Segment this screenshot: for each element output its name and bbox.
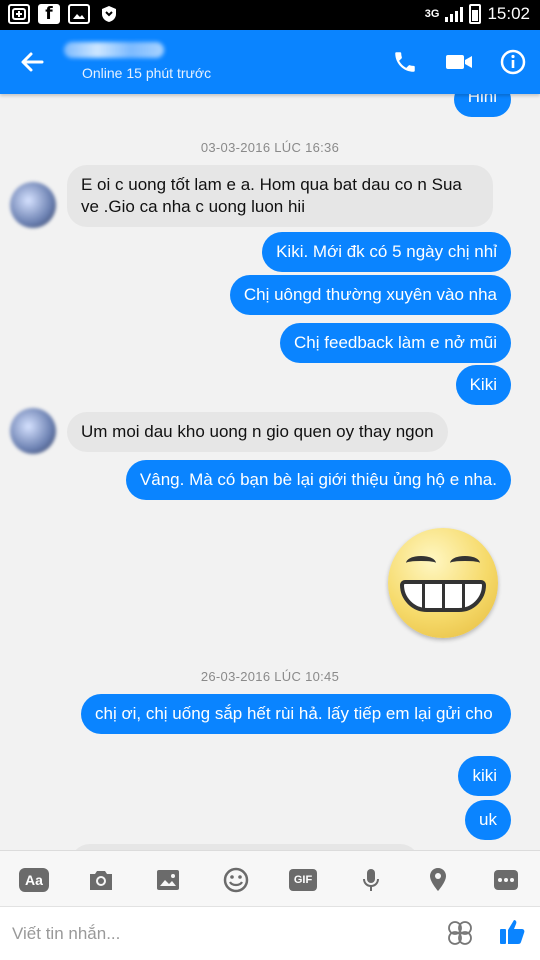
more-icon[interactable] — [491, 867, 521, 893]
notification-icons: f — [8, 4, 120, 24]
gif-label: GIF — [289, 869, 317, 891]
contact-avatar[interactable] — [10, 182, 56, 228]
grinning-emoji-sticker — [388, 528, 498, 638]
battery-icon — [469, 4, 482, 24]
contact-status: Online 15 phút trước — [82, 65, 212, 81]
message-outgoing: kiki — [458, 756, 511, 796]
conversation-header: Online 15 phút trước — [0, 30, 540, 94]
shield-icon — [98, 4, 120, 24]
timestamp: 03-03-2016 LÚC 16:36 — [200, 140, 340, 155]
message-outgoing: Kiki — [455, 365, 511, 405]
text-format-label: Aa — [19, 868, 49, 892]
message-outgoing-partial: Hihi — [453, 94, 511, 117]
message-outgoing: uk — [465, 800, 511, 840]
facebook-icon: f — [38, 4, 60, 24]
message-incoming: E oi c uong tốt lam e a. Hom qua bat dau… — [67, 165, 493, 227]
message-outgoing: Chị uôngd thường xuyên vào nha — [229, 275, 511, 315]
composer-toolbar: Aa GIF — [0, 850, 540, 906]
location-icon[interactable] — [423, 867, 453, 893]
status-bar: f 3G 15:02 — [0, 0, 540, 30]
back-arrow-icon[interactable] — [18, 48, 46, 76]
contact-name-blurred[interactable] — [64, 42, 164, 58]
notification-app-icon — [8, 4, 30, 24]
message-outgoing: Kiki. Mới đk có 5 ngày chị nhỉ — [262, 232, 511, 272]
contact-avatar[interactable] — [10, 408, 56, 454]
gallery-notification-icon — [68, 4, 90, 24]
message-outgoing: chị ơi, chị uống sắp hết rùi hả. lấy tiế… — [81, 694, 511, 734]
message-outgoing: Vâng. Mà có bạn bè lại giới thiệu ủng hộ… — [125, 460, 511, 500]
gif-button[interactable]: GIF — [288, 867, 318, 893]
signal-icon — [445, 6, 464, 22]
timestamp: 26-03-2016 LÚC 10:45 — [200, 669, 340, 684]
message-input[interactable] — [12, 919, 412, 949]
emoji-icon[interactable] — [446, 919, 474, 947]
phone-icon[interactable] — [389, 46, 421, 78]
message-incoming: Um moi dau kho uong n gio quen oy thay n… — [67, 412, 448, 452]
network-type: 3G — [424, 8, 440, 20]
microphone-icon[interactable] — [356, 867, 386, 893]
video-icon[interactable] — [443, 46, 475, 78]
message-list[interactable]: Hihi 03-03-2016 LÚC 16:36 E oi c uong tố… — [0, 94, 540, 850]
camera-icon[interactable] — [86, 867, 116, 893]
text-format-button[interactable]: Aa — [19, 867, 49, 893]
image-icon[interactable] — [153, 867, 183, 893]
like-icon[interactable] — [498, 917, 528, 947]
clock: 15:02 — [487, 4, 530, 23]
info-icon[interactable] — [497, 46, 529, 78]
message-outgoing: Chị feedback làm e nở mũi — [280, 323, 511, 363]
smiley-icon[interactable] — [221, 867, 251, 893]
message-composer — [0, 906, 540, 960]
system-indicators: 3G 15:02 — [425, 4, 530, 24]
